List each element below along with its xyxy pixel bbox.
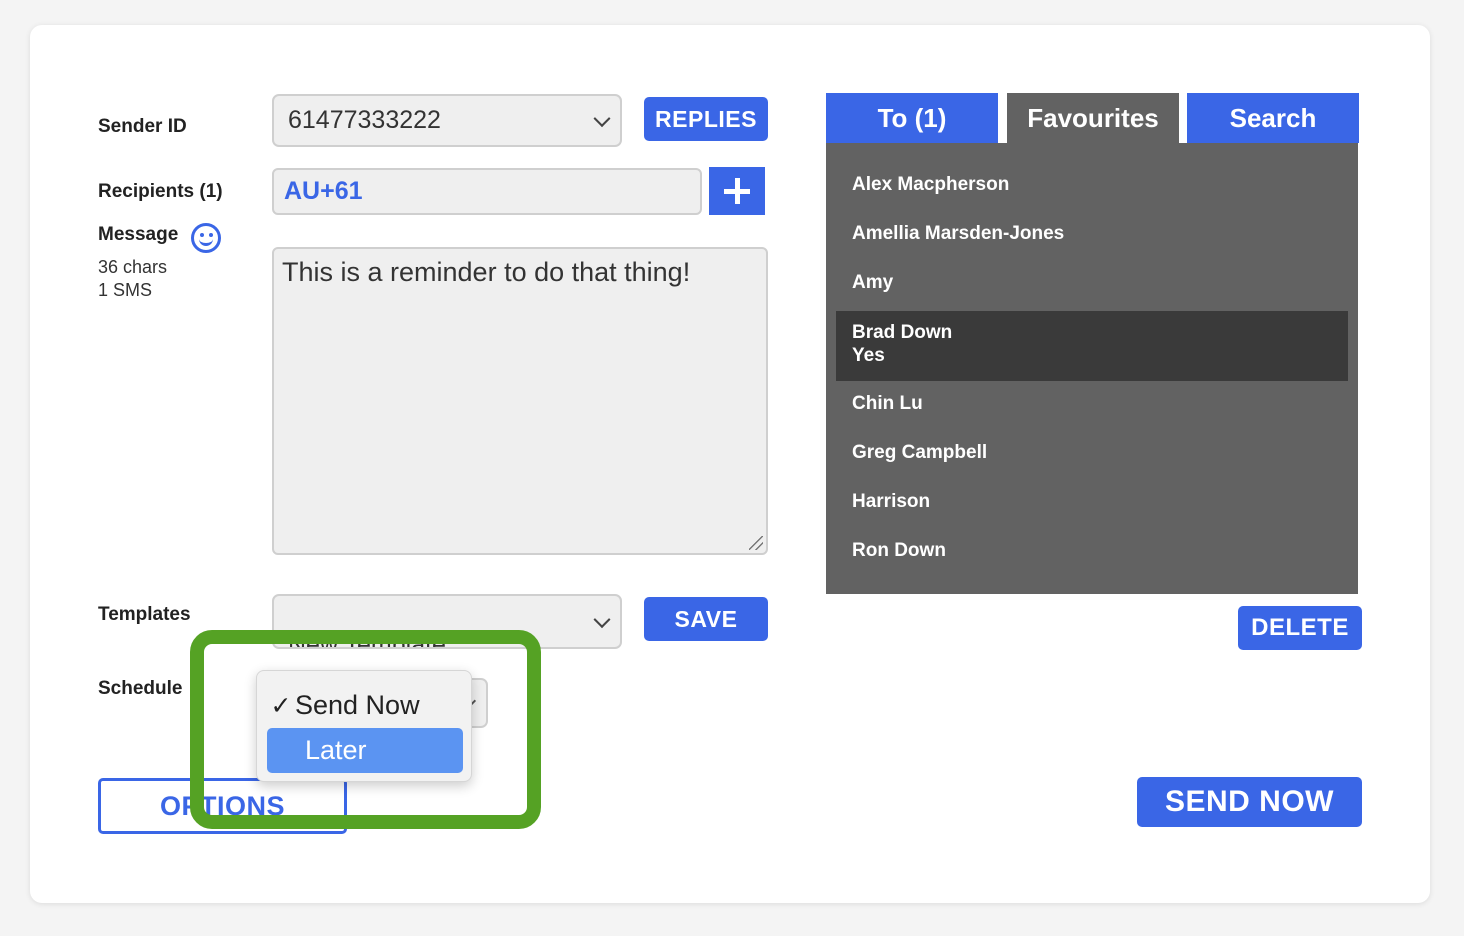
replies-button[interactable]: REPLIES — [644, 97, 768, 141]
sender-id-select[interactable]: 61477333222 — [272, 94, 622, 147]
resize-handle-icon[interactable] — [749, 536, 763, 550]
sender-id-label: Sender ID — [98, 116, 187, 137]
contact-name: Amellia Marsden-Jones — [852, 223, 1065, 244]
contact-detail: Yes — [852, 345, 885, 366]
templates-label: Templates — [98, 604, 191, 625]
contact-name: Chin Lu — [852, 393, 923, 414]
message-text: This is a reminder to do that thing! — [282, 257, 691, 287]
list-item[interactable]: Alex Macpherson — [836, 174, 1348, 196]
tab-search[interactable]: Search — [1187, 93, 1359, 143]
char-count: 36 chars — [98, 257, 168, 277]
list-item[interactable]: Amy — [836, 272, 1348, 294]
sender-id-value: 61477333222 — [288, 106, 441, 134]
recipient-input[interactable]: AU+61 — [272, 168, 702, 215]
list-item[interactable]: Chin Lu — [836, 393, 1348, 415]
send-now-button[interactable]: SEND NOW — [1137, 777, 1362, 827]
schedule-dropdown-menu: ✓ Send Now Later — [256, 670, 472, 782]
delete-button[interactable]: DELETE — [1238, 606, 1362, 650]
schedule-label: Schedule — [98, 678, 183, 699]
template-value: New Template — [288, 631, 446, 649]
template-select[interactable]: New Template — [272, 594, 622, 649]
list-item[interactable]: Ron Down — [836, 540, 1348, 562]
schedule-option-later[interactable]: Later — [267, 728, 463, 773]
schedule-option-label: Later — [305, 735, 367, 765]
message-textarea[interactable]: This is a reminder to do that thing! — [272, 247, 768, 555]
contact-name: Alex Macpherson — [852, 174, 1010, 195]
recipients-label: Recipients (1) — [98, 181, 223, 202]
chevron-down-icon — [593, 610, 611, 628]
smiley-icon[interactable] — [191, 223, 221, 253]
contact-name: Greg Campbell — [852, 442, 988, 463]
options-button[interactable]: OPTIONS — [98, 778, 347, 834]
contact-name: Harrison — [852, 491, 931, 512]
message-label: Message — [98, 224, 179, 245]
list-item[interactable]: Amellia Marsden-Jones — [836, 223, 1348, 245]
tab-favourites[interactable]: Favourites — [1007, 93, 1179, 143]
tab-to[interactable]: To (1) — [826, 93, 998, 143]
contact-name: Ron Down — [852, 540, 946, 561]
favourites-list: Alex Macpherson Amellia Marsden-Jones Am… — [826, 143, 1358, 594]
save-template-button[interactable]: SAVE — [644, 597, 768, 641]
list-item-selected[interactable]: Brad Down Yes — [836, 311, 1348, 381]
contact-name: Brad Down — [852, 322, 953, 343]
schedule-option-label: Send Now — [295, 690, 420, 720]
list-item[interactable]: Greg Campbell — [836, 442, 1348, 464]
contact-name: Amy — [852, 272, 894, 293]
add-recipient-button[interactable] — [709, 167, 765, 215]
checkmark-icon: ✓ — [270, 691, 292, 720]
list-item[interactable]: Harrison — [836, 491, 1348, 513]
sms-count: 1 SMS — [98, 280, 153, 300]
chevron-down-icon — [593, 109, 611, 127]
schedule-option-send-now[interactable]: ✓ Send Now — [267, 683, 463, 728]
